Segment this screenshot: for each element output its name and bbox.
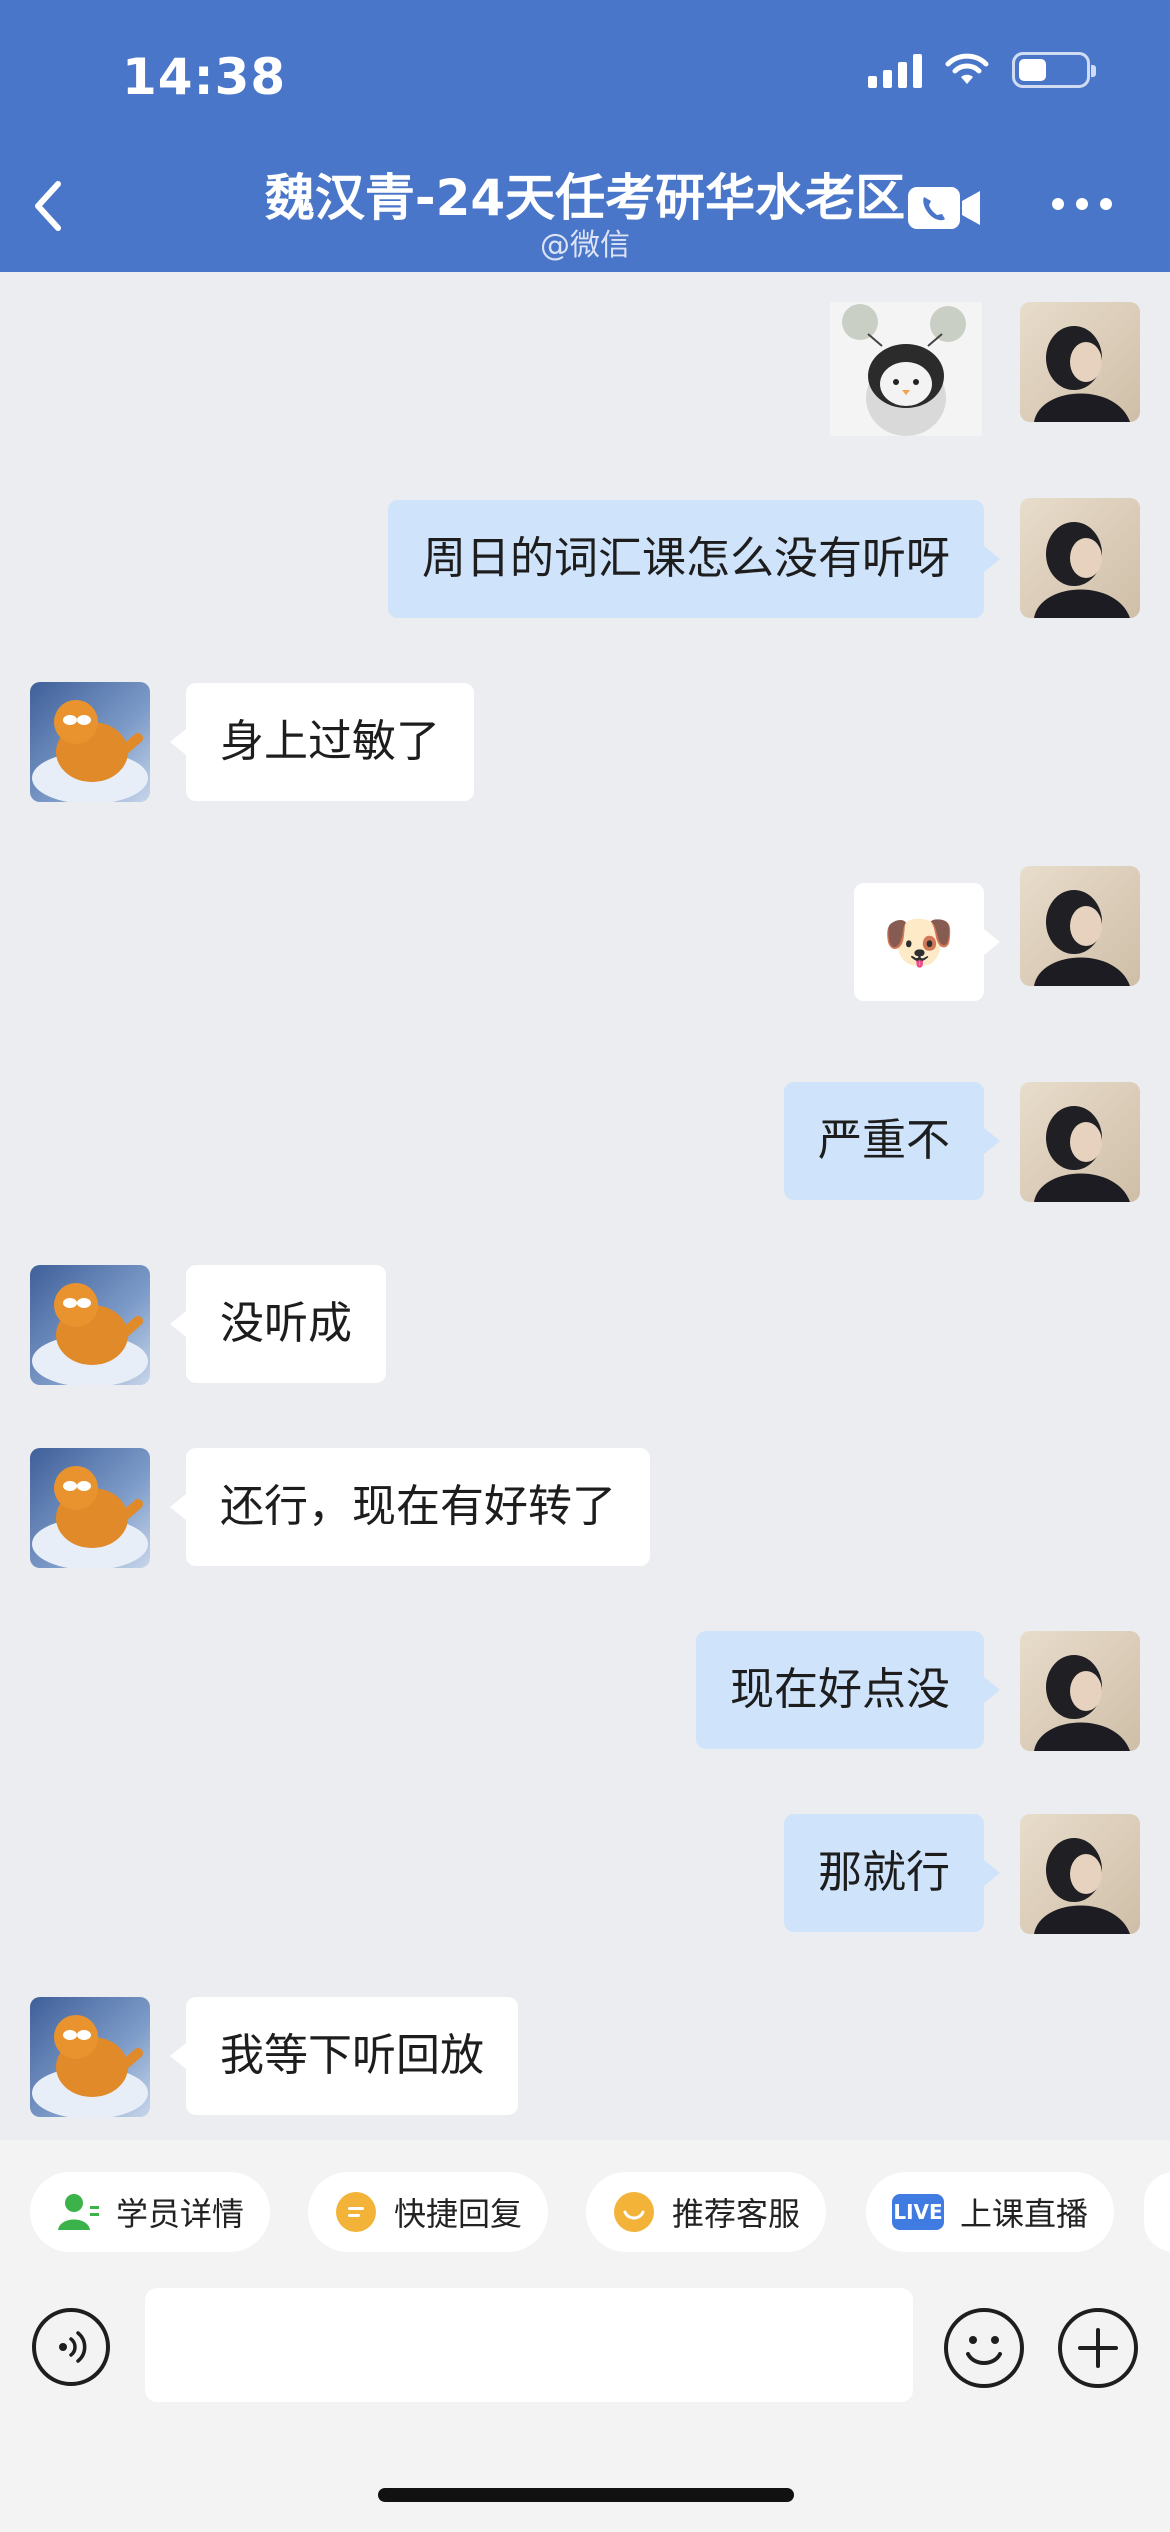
quick-item-overflow[interactable] [1144, 2172, 1170, 2252]
message-bubble-contact[interactable]: 没听成 [170, 1265, 386, 1383]
live-class-label: 上课直播 [960, 2195, 1089, 2233]
student-icon [56, 2190, 100, 2234]
self-avatar[interactable] [1020, 1082, 1140, 1202]
self-avatar[interactable] [1020, 866, 1140, 986]
wifi-icon [945, 53, 989, 84]
penguin-sticker[interactable] [830, 302, 982, 436]
message-bubble-self[interactable]: 周日的词汇课怎么没有听呀 [388, 500, 1000, 618]
student-details-button[interactable]: 学员详情 [30, 2172, 271, 2252]
contact-avatar[interactable] [30, 1265, 150, 1385]
student-details-label: 学员详情 [116, 2195, 245, 2233]
message-input[interactable] [145, 2288, 913, 2402]
emoji-button[interactable] [944, 2308, 1024, 2388]
live-class-button[interactable]: LIVE 上课直播 [866, 2172, 1115, 2252]
quick-reply-button[interactable]: 快捷回复 [308, 2172, 549, 2252]
recommend-service-button[interactable]: 推荐客服 [586, 2172, 827, 2252]
more-dot [1100, 198, 1112, 210]
more-dot [1052, 198, 1064, 210]
dog-emoji-icon: 🐶 [882, 908, 956, 976]
message-bubble-self-emoji[interactable]: 🐶 [854, 883, 1000, 1001]
service-icon [612, 2190, 656, 2234]
quick-actions-bar: 学员详情 快捷回复 推荐客服 LIVE 上课直播 [0, 2140, 1170, 2288]
voice-button[interactable] [32, 2308, 110, 2386]
recommend-service-label: 推荐客服 [672, 2195, 801, 2233]
message-bubble-contact[interactable]: 我等下听回放 [170, 1997, 518, 2115]
self-avatar[interactable] [1020, 302, 1140, 422]
home-indicator[interactable] [378, 2488, 794, 2502]
status-time: 14:38 [122, 48, 287, 106]
more-button[interactable] [1052, 198, 1112, 210]
video-call-icon [908, 187, 980, 229]
self-avatar[interactable] [1020, 498, 1140, 618]
plus-button[interactable] [1058, 2308, 1138, 2388]
signal-icon [868, 52, 922, 88]
message-bubble-self[interactable]: 现在好点没 [696, 1631, 1000, 1749]
quick-reply-icon [334, 2190, 378, 2234]
quick-reply-label: 快捷回复 [394, 2195, 523, 2233]
message-bubble-contact[interactable]: 还行，现在有好转了 [170, 1448, 650, 1566]
more-dot [1076, 198, 1088, 210]
contact-avatar[interactable] [30, 682, 150, 802]
chat-header: 14:38 魏汉青-24天任考研华水老区 @微信 [0, 0, 1170, 272]
video-call-button[interactable] [908, 183, 983, 233]
contact-avatar[interactable] [30, 1448, 150, 1568]
message-bubble-self[interactable]: 那就行 [784, 1814, 1000, 1932]
self-avatar[interactable] [1020, 1631, 1140, 1751]
battery-icon [1012, 52, 1096, 88]
live-icon: LIVE [892, 2194, 944, 2230]
plus-icon [1078, 2328, 1118, 2368]
message-bubble-contact[interactable]: 身上过敏了 [170, 683, 474, 801]
status-icons [868, 52, 1096, 88]
message-bubble-self[interactable]: 严重不 [784, 1082, 1000, 1200]
contact-avatar[interactable] [30, 1997, 150, 2117]
self-avatar[interactable] [1020, 1814, 1140, 1934]
emoji-icon [966, 2336, 1002, 2365]
chat-subtitle: @微信 [540, 228, 630, 263]
voice-icon [59, 2331, 87, 2363]
